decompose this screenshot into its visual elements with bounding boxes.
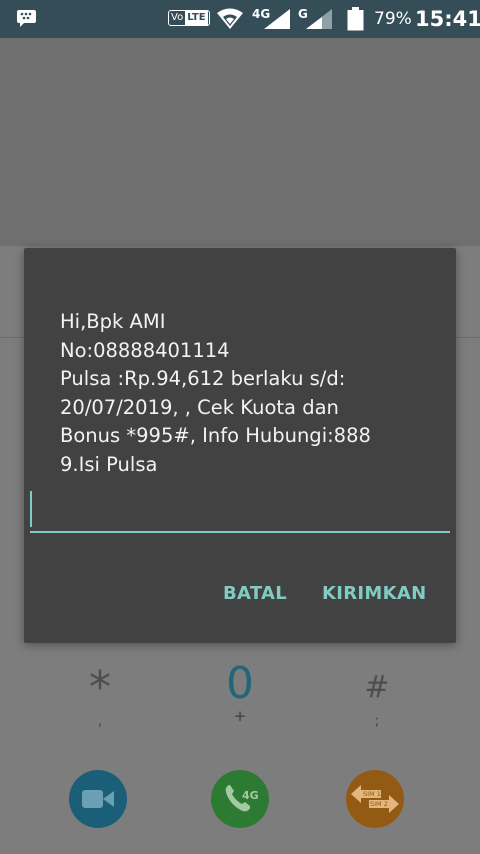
ussd-message: Hi,Bpk AMI No:08888401114 Pulsa :Rp.94,6… [60,308,420,479]
dial-key-hash-sub: ; [374,711,380,729]
dial-key-hash[interactable]: # ; [347,664,407,728]
bbm-notification-icon [17,10,36,27]
message-line: 9.Isi Pulsa [60,452,158,476]
dial-key-star-label: * [89,662,111,713]
call-badge-4g: 4G [242,789,259,802]
dial-key-hash-label: # [364,670,390,705]
message-line: Bonus *995#, Info Hubungi:888 [60,424,371,447]
signal-sim1-icon [264,9,290,29]
dual-sim-icon: SIM 1 SIM 2 [351,785,399,813]
send-button[interactable]: KIRIMKAN [322,583,426,604]
phone-4g-icon: 4G [225,785,259,812]
dial-key-zero[interactable]: 0 + [210,658,270,725]
message-line: Pulsa :Rp.94,612 berlaku s/d: [60,367,346,390]
sim2-label: SIM 2 [370,800,388,808]
video-call-button[interactable] [69,770,127,828]
dialer-number-area [0,38,480,246]
message-line: No:08888401114 [60,338,230,362]
status-bar: Vo LTE 4G G 79% 15:41 [0,0,480,38]
dial-key-zero-sub: + [233,707,247,725]
message-line: Hi,Bpk AMI [60,310,166,333]
signal-sim2-icon [306,9,332,29]
volte-icon: Vo LTE [168,10,210,26]
dial-key-star[interactable]: * , [70,662,130,729]
message-line: 20/07/2019, , Cek Kuota dan [60,395,339,419]
cancel-button[interactable]: BATAL [223,583,287,604]
clock: 15:41 [415,7,480,31]
ussd-response-dialog: Hi,Bpk AMI No:08888401114 Pulsa :Rp.94,6… [24,248,456,643]
dial-key-star-sub: , [97,711,103,729]
ussd-reply-input[interactable] [30,488,450,533]
text-cursor [30,491,32,527]
dial-key-zero-label: 0 [226,658,254,709]
video-camera-icon [82,790,114,808]
sim1-label: SIM 1 [363,790,381,798]
battery-icon [347,7,364,31]
dual-sim-switch-button[interactable]: SIM 1 SIM 2 [346,770,404,828]
battery-percentage: 79% [374,9,412,29]
call-4g-button[interactable]: 4G [211,770,269,828]
wifi-icon [217,8,243,29]
